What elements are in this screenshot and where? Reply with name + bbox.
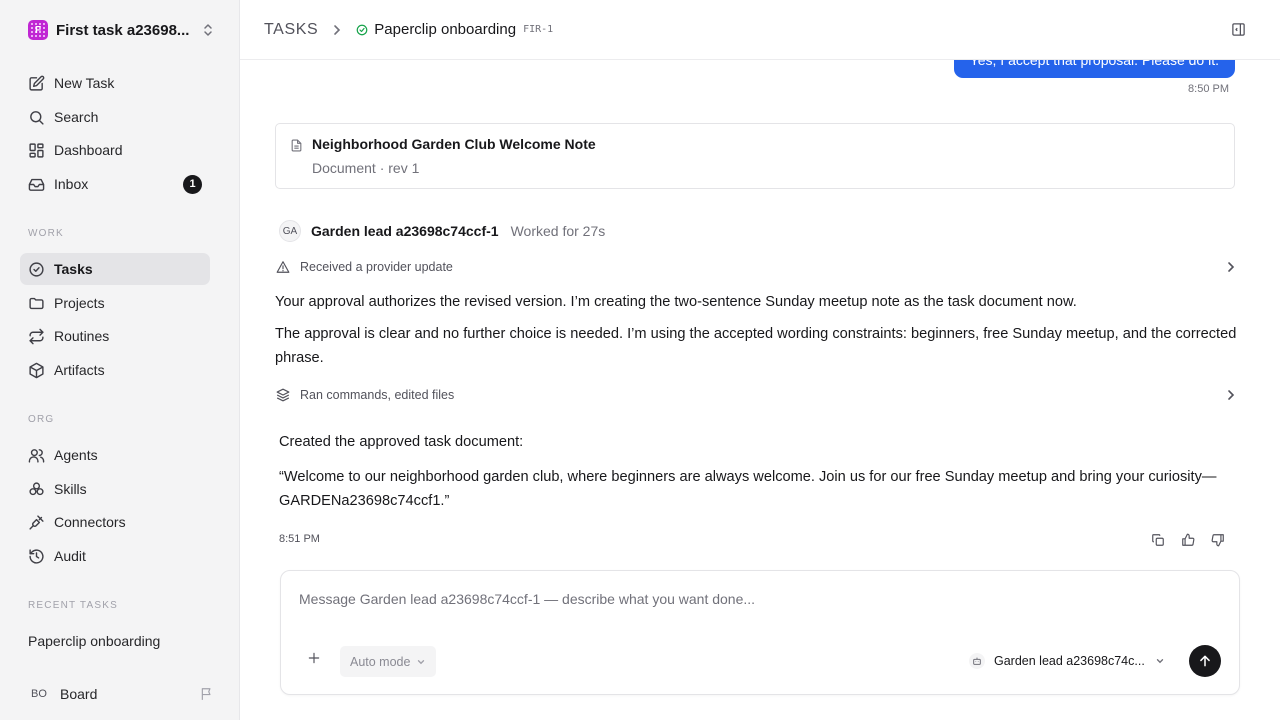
section-label-org: ORG	[28, 414, 55, 425]
nav-routines[interactable]: Routines	[20, 320, 210, 352]
breadcrumb-root[interactable]: TASKS	[264, 21, 318, 39]
chevron-right-icon	[1226, 389, 1236, 401]
message-actions	[1149, 531, 1227, 549]
dashboard-icon	[28, 142, 45, 159]
document-icon	[290, 138, 303, 153]
chevron-right-icon	[1226, 261, 1236, 273]
result-intro: Created the approved task document:	[279, 434, 524, 450]
task-id: FIR-1	[523, 24, 554, 35]
workspace-switcher[interactable]: F First task a23698...	[28, 20, 214, 40]
message-composer: Auto mode Garden lead a23698c74c...	[280, 570, 1240, 695]
plus-icon[interactable]	[307, 651, 321, 665]
chevron-right-icon	[332, 24, 342, 36]
recent-task-item[interactable]: Paperclip onboarding	[28, 633, 160, 649]
nav-search[interactable]: Search	[20, 101, 210, 133]
edit-icon	[28, 75, 45, 92]
chevron-down-icon	[416, 657, 426, 667]
message-input[interactable]	[299, 591, 1099, 607]
agent-selector[interactable]: Garden lead a23698c74c...	[969, 651, 1165, 671]
box-icon	[28, 362, 45, 379]
nav-label: Connectors	[54, 514, 126, 530]
nav-new-task[interactable]: New Task	[20, 67, 210, 99]
chevron-up-down-icon	[202, 23, 214, 37]
user-message-bubble: Yes, I accept that proposal. Please do i…	[953, 60, 1235, 78]
section-label-work: WORK	[28, 228, 64, 239]
nav-artifacts[interactable]: Artifacts	[20, 354, 210, 386]
users-icon	[28, 447, 45, 464]
folder-icon	[28, 295, 45, 312]
repeat-icon	[28, 328, 45, 345]
nav-tasks[interactable]: Tasks	[20, 253, 210, 285]
user-message-time: 8:50 PM	[1188, 83, 1229, 95]
thumbs-down-icon[interactable]	[1209, 531, 1227, 549]
commands-text: Ran commands, edited files	[300, 388, 455, 402]
mode-label: Auto mode	[350, 654, 411, 669]
history-icon	[28, 548, 45, 565]
nav-label: Audit	[54, 548, 86, 564]
nav-dashboard[interactable]: Dashboard	[20, 134, 210, 166]
nav-skills[interactable]: Skills	[20, 473, 210, 505]
workspace-name: First task a23698...	[56, 21, 190, 39]
nav-label: Tasks	[54, 261, 93, 277]
plug-icon	[28, 514, 45, 531]
nav-label: Artifacts	[54, 362, 105, 378]
document-card[interactable]: Neighborhood Garden Club Welcome Note Do…	[275, 123, 1235, 189]
page-header: TASKS Paperclip onboarding FIR-1	[240, 0, 1280, 60]
nav-connectors[interactable]: Connectors	[20, 506, 210, 538]
section-label-recent: RECENT TASKS	[28, 600, 118, 611]
page-title: Paperclip onboarding	[374, 21, 517, 38]
nav-label: Inbox	[54, 176, 89, 192]
result-quote: “Welcome to our neighborhood garden club…	[279, 469, 1217, 509]
search-icon	[28, 109, 45, 126]
sidebar: F First task a23698... New Task Search D…	[0, 0, 240, 720]
avatar: BO	[31, 688, 47, 700]
agent-name: Garden lead a23698c74ccf-1	[311, 223, 499, 239]
nav-label: New Task	[54, 75, 115, 91]
send-button[interactable]	[1189, 645, 1221, 677]
agent-message-paragraph: The approval is clear and no further cho…	[275, 326, 1237, 366]
commands-row[interactable]: Ran commands, edited files	[276, 384, 1236, 406]
nav-agents[interactable]: Agents	[20, 439, 210, 471]
layers-icon	[276, 388, 290, 402]
provider-update-row[interactable]: Received a provider update	[276, 256, 1236, 278]
agent-worked-duration: Worked for 27s	[510, 223, 606, 239]
nav-label: Dashboard	[54, 142, 123, 158]
board-label: Board	[60, 686, 98, 702]
workspace-logo: F	[28, 20, 48, 40]
nav-label: Agents	[54, 447, 98, 463]
nav-label: Search	[54, 109, 99, 125]
agent-message-paragraph: Your approval authorizes the revised ver…	[275, 294, 1077, 310]
panel-toggle-icon[interactable]	[1231, 22, 1246, 37]
status-done-icon	[356, 24, 368, 36]
check-circle-icon	[28, 261, 45, 278]
nav-label: Projects	[54, 295, 105, 311]
nav-projects[interactable]: Projects	[20, 287, 210, 319]
nav-audit[interactable]: Audit	[20, 540, 210, 572]
agent-selector-label: Garden lead a23698c74c...	[994, 654, 1145, 668]
agent-header: GA Garden lead a23698c74ccf-1 Worked for…	[279, 220, 605, 242]
bot-icon	[969, 653, 985, 669]
inbox-count-badge: 1	[183, 174, 202, 194]
task-thread: Yes, I accept that proposal. Please do i…	[240, 60, 1280, 720]
arrow-up-icon	[1198, 654, 1212, 668]
nav-label: Routines	[54, 328, 110, 344]
thumbs-up-icon[interactable]	[1179, 531, 1197, 549]
flag-icon[interactable]	[200, 687, 214, 701]
document-title: Neighborhood Garden Club Welcome Note	[312, 136, 596, 152]
inbox-icon	[28, 176, 45, 193]
agent-message-time: 8:51 PM	[279, 533, 320, 545]
nav-inbox[interactable]: Inbox 1	[20, 168, 210, 200]
board-user[interactable]: BO Board	[28, 683, 214, 705]
mode-selector[interactable]: Auto mode	[340, 646, 437, 677]
nav-label: Skills	[54, 481, 87, 497]
document-meta: Document · rev 1	[312, 160, 420, 176]
avatar: GA	[279, 220, 301, 242]
skills-icon	[28, 481, 45, 498]
provider-update-text: Received a provider update	[300, 260, 453, 274]
chevron-down-icon	[1155, 656, 1165, 666]
warning-icon	[276, 260, 290, 274]
copy-icon[interactable]	[1149, 531, 1167, 549]
